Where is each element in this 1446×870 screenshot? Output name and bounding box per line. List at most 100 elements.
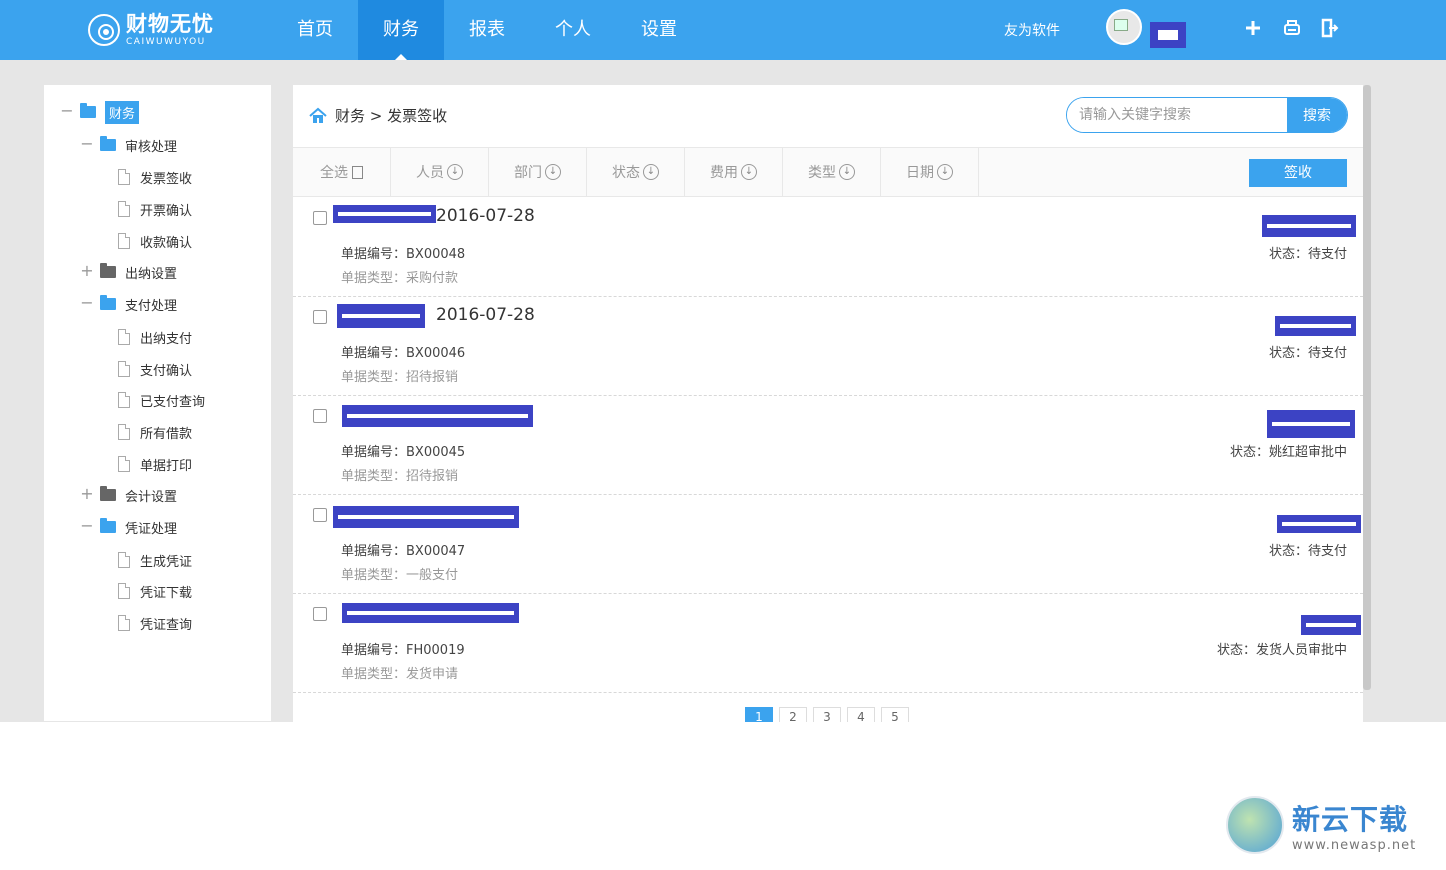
- filter-cost[interactable]: 费用 ↓: [685, 148, 783, 196]
- tree-label: 出纳设置: [125, 266, 178, 282]
- tree-label: 发票签收: [140, 171, 193, 187]
- redacted-amount: [1267, 410, 1355, 438]
- tree-node-payment[interactable]: − 支付处理: [80, 293, 177, 315]
- nav-personal[interactable]: 个人: [530, 0, 616, 60]
- tree-label: 生成凭证: [140, 554, 193, 570]
- company-link[interactable]: 友为软件: [1004, 20, 1060, 40]
- collapse-icon[interactable]: −: [80, 518, 94, 534]
- file-icon: [118, 615, 130, 631]
- username-redacted[interactable]: [1150, 22, 1186, 48]
- page-button[interactable]: 2: [779, 707, 807, 722]
- folder-open-icon: [100, 295, 116, 310]
- record-checkbox[interactable]: [313, 508, 327, 522]
- record-item[interactable]: 单据编号：BX00047 单据类型：一般支付 状态：待支付: [293, 495, 1363, 594]
- tree-node-cashier-settings[interactable]: + 出纳设置: [80, 261, 177, 283]
- tree-label: 单据打印: [140, 458, 193, 474]
- expand-icon[interactable]: +: [80, 263, 94, 279]
- nav-home[interactable]: 首页: [272, 0, 358, 60]
- record-date: 2016-07-28: [436, 206, 535, 226]
- select-all-checkbox[interactable]: [352, 165, 363, 179]
- plus-icon[interactable]: [1241, 16, 1265, 40]
- tree-label: 支付处理: [125, 298, 178, 314]
- tree-leaf-download-voucher[interactable]: 凭证下载: [118, 580, 192, 602]
- file-icon: [118, 233, 130, 249]
- record-item[interactable]: 单据编号：BX00045 单据类型：招待报销 状态：姚红超审批中: [293, 396, 1363, 495]
- select-all-filter[interactable]: 全选: [293, 148, 391, 196]
- tree-label: 会计设置: [125, 489, 178, 505]
- filter-status[interactable]: 状态 ↓: [587, 148, 685, 196]
- tree-leaf-print[interactable]: 单据打印: [118, 453, 192, 475]
- home-icon[interactable]: [309, 107, 327, 125]
- page-button[interactable]: 4: [847, 707, 875, 722]
- sign-button[interactable]: 签收: [1249, 159, 1347, 187]
- tree-node-audit[interactable]: − 审核处理: [80, 134, 177, 156]
- filter-label: 部门: [514, 165, 542, 181]
- filter-type[interactable]: 类型 ↓: [783, 148, 881, 196]
- filter-person[interactable]: 人员 ↓: [391, 148, 489, 196]
- record-id: 单据编号：BX00047: [341, 544, 466, 559]
- tree-leaf-query-voucher[interactable]: 凭证查询: [118, 612, 192, 634]
- tree-leaf-invoice-receipt[interactable]: 发票签收: [118, 166, 192, 188]
- search-button[interactable]: 搜索: [1287, 98, 1347, 132]
- tree-leaf-generate-voucher[interactable]: 生成凭证: [118, 549, 192, 571]
- nav-reports[interactable]: 报表: [444, 0, 530, 60]
- filter-bar: 全选 人员 ↓ 部门 ↓ 状态 ↓ 费用 ↓ 类型 ↓ 日期 ↓ 签收: [293, 147, 1363, 197]
- record-checkbox[interactable]: [313, 211, 327, 225]
- file-icon: [118, 361, 130, 377]
- redacted-amount: [1301, 615, 1361, 635]
- filter-dept[interactable]: 部门 ↓: [489, 148, 587, 196]
- breadcrumb-text: 财务 > 发票签收: [335, 107, 448, 125]
- record-checkbox[interactable]: [313, 310, 327, 324]
- collapse-icon[interactable]: −: [60, 103, 74, 119]
- watermark: 新云下载 www.newasp.net: [1226, 796, 1416, 854]
- tree-node-finance[interactable]: − 财务: [60, 100, 140, 124]
- tree-leaf-cashier-pay[interactable]: 出纳支付: [118, 326, 192, 348]
- scrollbar[interactable]: [1363, 85, 1371, 690]
- tree-leaf-all-loans[interactable]: 所有借款: [118, 421, 192, 443]
- tree-node-voucher[interactable]: − 凭证处理: [80, 516, 177, 538]
- page-button[interactable]: 1: [745, 707, 773, 722]
- nav-finance[interactable]: 财务: [358, 0, 444, 60]
- tree-label: 凭证下载: [140, 585, 193, 601]
- search-input[interactable]: [1067, 98, 1287, 132]
- expand-icon[interactable]: +: [80, 486, 94, 502]
- logo-name: 财物无忧: [126, 11, 214, 36]
- page-button[interactable]: 3: [813, 707, 841, 722]
- tree-node-accounting-settings[interactable]: + 会计设置: [80, 484, 177, 506]
- tree-leaf-pay-confirm[interactable]: 支付确认: [118, 358, 192, 380]
- sort-down-icon: ↓: [937, 164, 953, 180]
- filter-label: 日期: [906, 165, 934, 181]
- pagination: 1 2 3 4 5: [745, 707, 909, 722]
- filter-label: 人员: [416, 165, 444, 181]
- tree-leaf-paid-query[interactable]: 已支付查询: [118, 389, 205, 411]
- tree-leaf-invoice-confirm[interactable]: 开票确认: [118, 198, 192, 220]
- folder-open-icon: [100, 136, 116, 151]
- printer-icon[interactable]: [1280, 16, 1304, 40]
- tree-leaf-payment-received[interactable]: 收款确认: [118, 230, 192, 252]
- redacted-amount: [1277, 515, 1361, 533]
- collapse-icon[interactable]: −: [80, 136, 94, 152]
- file-icon: [118, 456, 130, 472]
- avatar[interactable]: [1106, 9, 1142, 45]
- record-type: 单据类型：招待报销: [341, 469, 459, 484]
- tree-label: 凭证查询: [140, 617, 193, 633]
- file-icon: [118, 552, 130, 568]
- filter-date[interactable]: 日期 ↓: [881, 148, 979, 196]
- redacted-title: [333, 506, 519, 528]
- record-checkbox[interactable]: [313, 607, 327, 621]
- sort-down-icon: ↓: [839, 164, 855, 180]
- search-box: 搜索: [1066, 97, 1348, 133]
- record-item[interactable]: 2016-07-28 单据编号：BX00048 单据类型：采购付款 状态：待支付: [293, 198, 1363, 297]
- logout-icon[interactable]: [1317, 16, 1341, 40]
- record-item[interactable]: 2016-07-28 单据编号：BX00046 单据类型：招待报销 状态：待支付: [293, 297, 1363, 396]
- collapse-icon[interactable]: −: [80, 295, 94, 311]
- logo[interactable]: 财物无忧 CAIWUWUYOU: [88, 10, 214, 50]
- record-checkbox[interactable]: [313, 409, 327, 423]
- main-nav: 首页 财务 报表 个人 设置: [272, 0, 702, 60]
- record-item[interactable]: 单据编号：FH00019 单据类型：发货申请 状态：发货人员审批中: [293, 594, 1363, 693]
- redacted-title: [342, 603, 519, 623]
- nav-settings[interactable]: 设置: [616, 0, 702, 60]
- page-button[interactable]: 5: [881, 707, 909, 722]
- record-type: 单据类型：招待报销: [341, 370, 459, 385]
- filter-label: 类型: [808, 165, 836, 181]
